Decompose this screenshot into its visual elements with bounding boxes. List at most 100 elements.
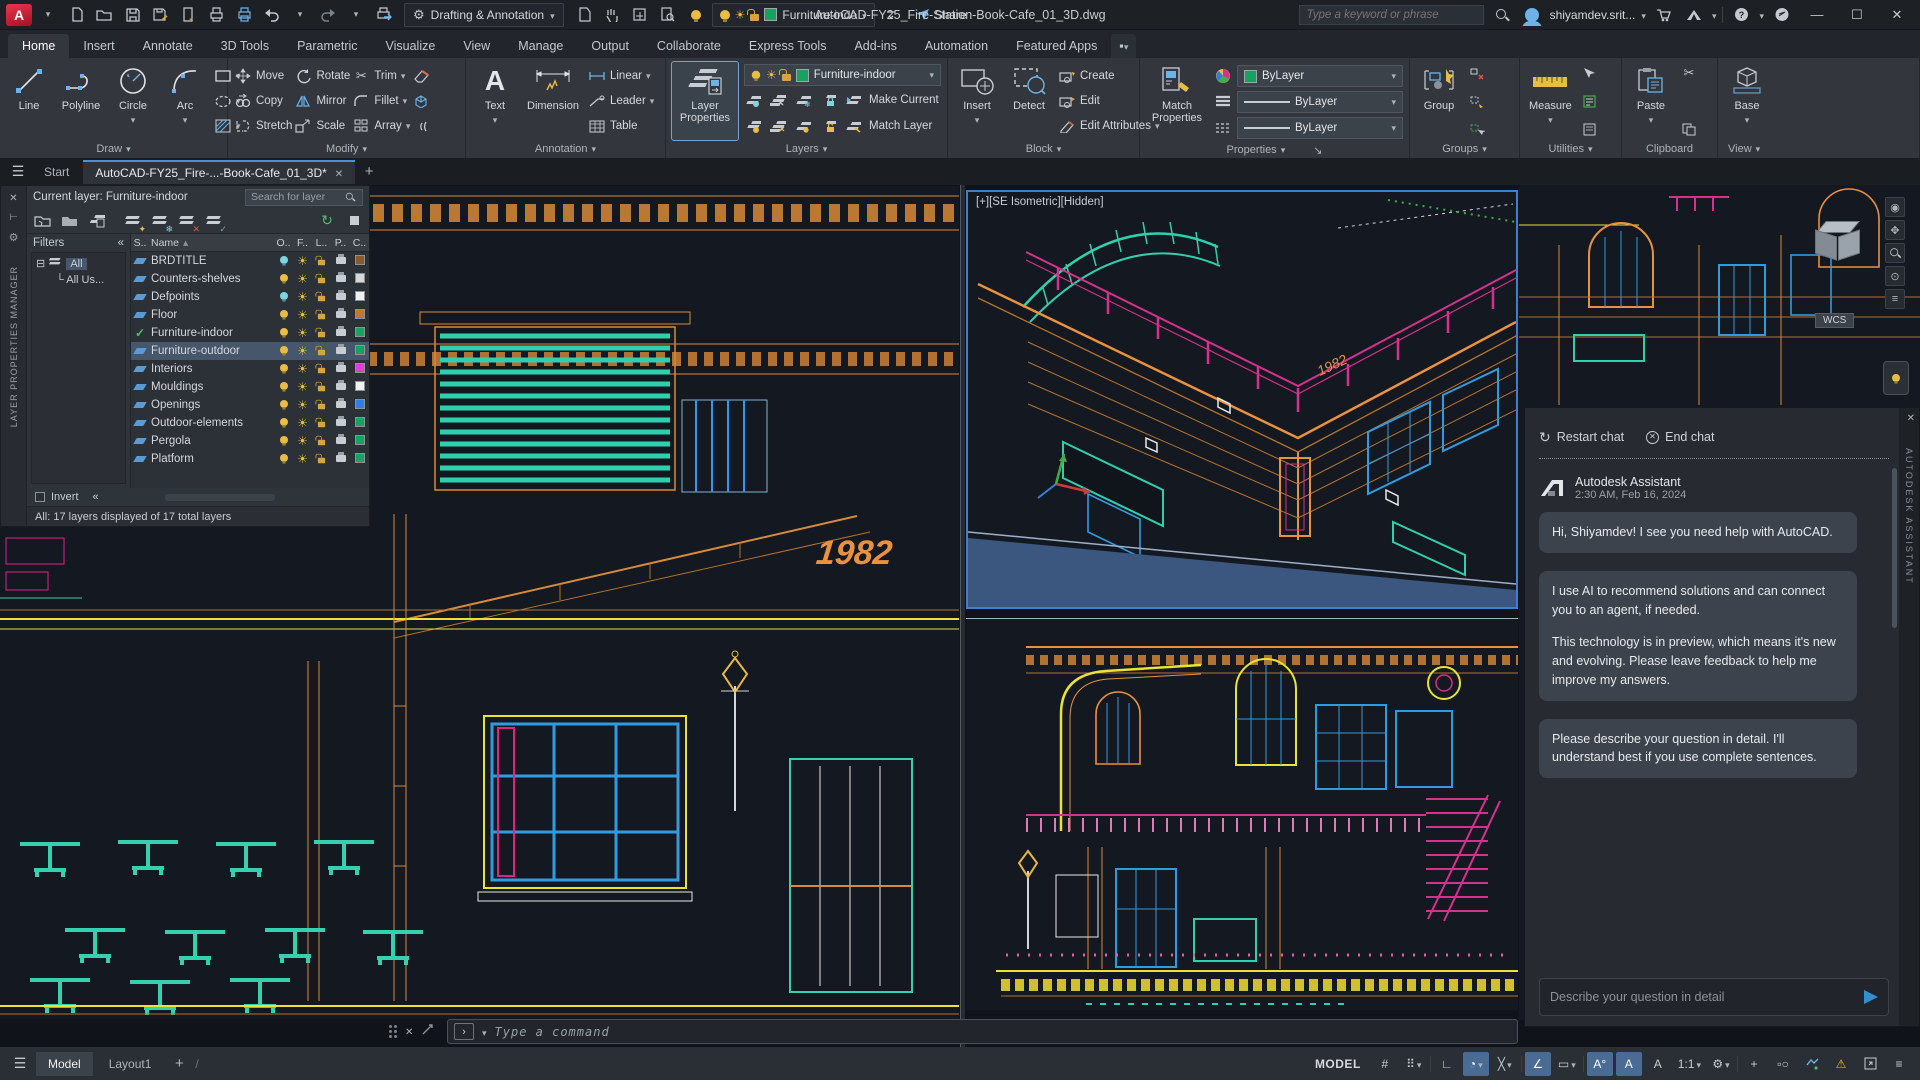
layer-on-icon[interactable] xyxy=(279,309,288,320)
layer-plot-icon[interactable] xyxy=(335,290,346,300)
find-in-doc-icon[interactable] xyxy=(656,4,680,26)
layer-row[interactable]: Interiors xyxy=(131,360,369,378)
tab-automation[interactable]: Automation xyxy=(911,34,1002,58)
app-menu-arrow-icon[interactable] xyxy=(36,4,60,26)
layer-row-selected[interactable]: Furniture-outdoor xyxy=(131,342,369,360)
end-chat-button[interactable]: End chat xyxy=(1646,430,1714,444)
leader-dropdown-icon[interactable] xyxy=(650,95,655,107)
polyline-button[interactable]: Polyline xyxy=(58,62,104,140)
layer-row[interactable]: Counters-shelves xyxy=(131,270,369,288)
properties-dialog-launcher-icon[interactable]: ↘ xyxy=(1313,144,1322,157)
layer-lock-icon[interactable] xyxy=(315,327,326,337)
help-icon[interactable]: ? xyxy=(1729,4,1753,26)
layer-color-swatch[interactable] xyxy=(354,416,365,427)
match-layer-icon[interactable] xyxy=(844,117,862,135)
viewport-bottom-elevation[interactable] xyxy=(966,618,1518,1010)
layer-on-icon[interactable] xyxy=(279,291,288,302)
layer-plot-icon[interactable] xyxy=(335,344,346,354)
filters-collapse2-icon[interactable]: « xyxy=(93,491,99,503)
trim-button[interactable]: ✂ Trim xyxy=(352,64,410,88)
linear-dropdown-icon[interactable] xyxy=(646,70,651,82)
palette-autohide-icon[interactable]: ⊢ xyxy=(9,212,18,223)
layer-plot-icon[interactable] xyxy=(335,326,346,336)
palette-settings-icon[interactable] xyxy=(345,212,363,230)
palette-close-icon[interactable] xyxy=(9,190,17,204)
viewport-se-isometric[interactable]: [+][SE Isometric][Hidden] 1982 xyxy=(966,190,1518,609)
layer-on-icon[interactable] xyxy=(279,453,288,464)
layer-states-manager-icon[interactable] xyxy=(87,212,105,230)
model-space-badge[interactable]: MODEL xyxy=(1307,1057,1369,1071)
layer-freeze-icon[interactable] xyxy=(297,418,308,430)
paste-dropdown-icon[interactable] xyxy=(1649,114,1654,126)
layer-color-swatch[interactable] xyxy=(354,380,365,391)
measure-button[interactable]: Measure xyxy=(1526,62,1575,140)
redo-icon[interactable] xyxy=(316,4,340,26)
measure-dropdown-icon[interactable] xyxy=(1548,114,1553,126)
object-snap-tracking-toggle[interactable]: A xyxy=(1615,1051,1642,1076)
array-button[interactable]: Array xyxy=(352,114,410,138)
layer-color-swatch[interactable] xyxy=(354,434,365,445)
panel-utilities-label[interactable]: Utilities xyxy=(1520,140,1621,158)
command-line-grip[interactable] xyxy=(389,1023,434,1039)
minimize-button[interactable]: — xyxy=(1800,1,1834,29)
layer-lock-icon[interactable] xyxy=(315,291,326,301)
base-dropdown-icon[interactable] xyxy=(1745,114,1750,126)
layer-row[interactable]: Openings xyxy=(131,396,369,414)
snap-toggle[interactable]: ⠿ xyxy=(1401,1052,1427,1076)
customization-menu-icon[interactable]: ≡ xyxy=(1886,1052,1912,1076)
sheet-icon[interactable] xyxy=(572,4,596,26)
layer-on-icon[interactable] xyxy=(279,363,288,374)
palette-properties-icon[interactable]: ⚙ xyxy=(9,231,19,244)
layer-on-icon[interactable] xyxy=(279,273,288,284)
maximize-button[interactable]: ☐ xyxy=(1840,1,1874,29)
layer-off-icon[interactable] xyxy=(744,91,762,109)
ungroup-icon[interactable] xyxy=(1468,64,1486,82)
offset-icon[interactable] xyxy=(412,117,430,135)
insert-block-button[interactable]: Insert xyxy=(954,62,1000,140)
id-point-icon[interactable] xyxy=(1581,120,1599,138)
layer-row[interactable]: Platform xyxy=(131,450,369,468)
close-tab-icon[interactable] xyxy=(335,166,343,180)
layer-row[interactable]: Pergola xyxy=(131,432,369,450)
tab-collaborate[interactable]: Collaborate xyxy=(643,34,735,58)
quick-select-icon[interactable] xyxy=(1581,64,1599,82)
layer-plot-icon[interactable] xyxy=(335,452,346,462)
save-icon[interactable] xyxy=(120,4,144,26)
layer-row[interactable]: Outdoor-elements xyxy=(131,414,369,432)
showmotion-icon[interactable]: ≡ xyxy=(1885,289,1905,309)
arc-button[interactable]: Arc xyxy=(162,62,208,140)
send-icon[interactable] xyxy=(1864,990,1878,1004)
layer-freeze-icon[interactable] xyxy=(297,328,308,340)
layer-color-swatch[interactable] xyxy=(354,272,365,283)
command-input[interactable]: Type a command xyxy=(495,1025,610,1039)
layer-color-swatch[interactable] xyxy=(354,344,365,355)
graphics-performance-button[interactable] xyxy=(1799,1052,1825,1076)
layer-unisolate-icon[interactable] xyxy=(769,117,787,135)
chat-close-icon[interactable] xyxy=(1907,410,1915,424)
eraser-icon[interactable] xyxy=(412,67,430,85)
tab-home[interactable]: Home xyxy=(8,34,70,58)
layer-plot-icon[interactable] xyxy=(335,398,346,408)
insert-dropdown-icon[interactable] xyxy=(975,114,980,126)
zoom-extents-icon[interactable] xyxy=(1885,243,1905,263)
undo-icon[interactable] xyxy=(260,4,284,26)
dynamic-input-toggle[interactable]: ∠ xyxy=(1524,1051,1551,1076)
user-menu-arrow-icon[interactable] xyxy=(1641,8,1646,22)
tab-add-ins[interactable]: Add-ins xyxy=(840,34,910,58)
layer-unlock-icon[interactable] xyxy=(778,69,791,81)
statusbar-menu-icon[interactable] xyxy=(8,1053,32,1075)
command-close-icon[interactable] xyxy=(405,1024,413,1038)
annotation-monitor-toggle[interactable]: + xyxy=(1741,1052,1767,1076)
panel-groups-label[interactable]: Groups xyxy=(1410,140,1519,158)
base-button[interactable]: Base xyxy=(1724,62,1770,140)
layer-grid-header[interactable]: S.. Name ▴ O.. F.. L.. P.. C.. xyxy=(131,234,369,252)
copy-button[interactable]: Copy xyxy=(234,89,292,113)
stretch-button[interactable]: Stretch xyxy=(234,114,292,138)
layer-on-icon[interactable] xyxy=(279,417,288,428)
layer-row[interactable]: Defpoints xyxy=(131,288,369,306)
layer-color-swatch[interactable] xyxy=(354,452,365,463)
tab-express-tools[interactable]: Express Tools xyxy=(735,34,841,58)
array-dropdown-icon[interactable] xyxy=(406,120,411,132)
arc-dropdown-icon[interactable] xyxy=(183,114,188,126)
new-layer-icon[interactable]: ✦ xyxy=(124,212,146,233)
